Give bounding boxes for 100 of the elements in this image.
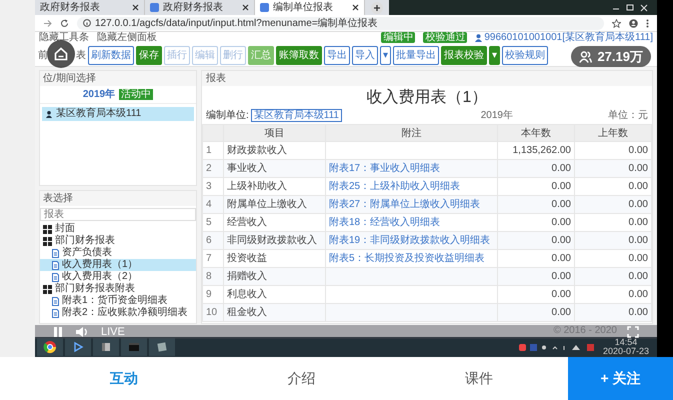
bookmark-link[interactable]: 隐藏左侧面板 <box>97 32 157 44</box>
table-cell: 0.00 <box>574 196 652 214</box>
user-icon <box>475 34 482 42</box>
app-icon <box>99 340 113 354</box>
tree-label: 附表1：货币资金明细表 <box>62 295 168 306</box>
document-icon <box>52 260 59 270</box>
follow-button[interactable]: + 关注 <box>568 357 673 400</box>
row-number: 4 <box>202 196 224 214</box>
app-icon <box>43 340 57 354</box>
tree-label: 部门财务报表 <box>55 235 115 246</box>
report-title: 收入费用表（1） <box>366 88 488 108</box>
tab-title: 政府财务报表 <box>40 2 101 13</box>
panel-title: 表选择 <box>40 191 196 206</box>
toolbar-button[interactable]: 刷新数据 <box>88 46 134 65</box>
table-cell: 0.00 <box>574 304 652 322</box>
page-title-fragment: 表 <box>76 48 86 62</box>
column-header: 项目 <box>224 124 326 142</box>
reload-icon[interactable] <box>60 18 69 28</box>
currency-unit: 单位：元 <box>608 110 648 122</box>
toolbar-button[interactable]: 导入 <box>352 46 378 65</box>
column-header: 上年数 <box>574 124 652 142</box>
viewer-count: 27.19万 <box>597 49 643 64</box>
account-icon[interactable] <box>629 18 638 28</box>
tree-folder[interactable]: 封面 <box>40 223 196 236</box>
table-cell: 0.00 <box>574 160 652 178</box>
tree-label: 封面 <box>55 223 75 234</box>
home-icon <box>54 47 68 61</box>
table-cell: 0.00 <box>498 196 574 214</box>
tree-label: 收入费用表（1） <box>62 259 138 270</box>
app-icon <box>127 340 141 354</box>
status-badge: 编辑中 <box>381 32 416 44</box>
pause-icon[interactable] <box>53 326 63 338</box>
person-icon <box>46 110 52 118</box>
tree-folder[interactable]: 部门财务报表附表 <box>40 283 196 296</box>
year-label: 2019年 <box>82 89 116 100</box>
close-icon[interactable] <box>352 4 359 11</box>
year-label: 2019年 <box>480 110 513 122</box>
row-number: 6 <box>202 232 224 250</box>
bookmark-link[interactable]: 隐藏工具条 <box>39 32 89 44</box>
row-number: 8 <box>202 268 224 286</box>
people-icon <box>579 50 592 62</box>
page-title-fragment: 前 <box>38 49 48 62</box>
toolbar-button[interactable]: ▾ <box>489 46 500 65</box>
tree-item[interactable]: 收入费用表（2） <box>40 271 196 284</box>
star-icon[interactable] <box>612 18 621 28</box>
taskbar-app[interactable] <box>149 338 175 356</box>
tree-item[interactable]: 资产负债表 <box>40 247 196 260</box>
grid-icon <box>43 224 52 234</box>
grid-icon <box>43 236 52 246</box>
app-tab[interactable]: 课件 <box>390 370 568 388</box>
toolbar-button[interactable]: ▾ <box>380 46 392 65</box>
table-cell: 捐赠收入 <box>224 268 326 286</box>
status-badge: 活动中 <box>119 89 154 100</box>
document-icon <box>52 308 59 318</box>
tab-title: 编制单位报表 <box>273 2 334 13</box>
close-icon[interactable] <box>132 4 139 11</box>
taskbar-app[interactable] <box>93 338 119 356</box>
table-cell: 0.00 <box>498 304 574 322</box>
close-icon[interactable] <box>242 4 249 11</box>
grid-icon <box>43 284 52 294</box>
column-header: 附注 <box>326 124 498 142</box>
document-icon <box>52 296 59 306</box>
url-text: 127.0.0.1/agcfs/data/input/input.html?menuname=编制单位报表 <box>95 18 378 28</box>
tree-label: 资产负债表 <box>62 247 112 258</box>
menu-icon[interactable] <box>646 18 649 28</box>
user-name: 99660101001001[某区教育局本级111] <box>484 32 653 44</box>
unit-item[interactable]: 某区教育局本级111 <box>42 107 194 122</box>
toolbar-button[interactable]: 导出 <box>324 46 350 65</box>
toolbar-button[interactable]: 账簿取数 <box>276 46 322 65</box>
app-tab[interactable]: 介绍 <box>212 370 390 388</box>
tree-label: 附表2：应收账款净额明细表 <box>62 307 188 320</box>
document-icon <box>52 272 59 282</box>
toolbar-button[interactable]: 报表校验 <box>441 46 488 65</box>
new-tab-icon[interactable] <box>371 2 383 14</box>
taskbar-app[interactable] <box>65 338 91 356</box>
panel-title: 位/期间选择 <box>40 71 196 86</box>
search-field[interactable]: 报表 <box>40 208 196 222</box>
speaker-icon[interactable] <box>75 326 89 338</box>
table-cell: 租金收入 <box>224 304 326 322</box>
tree-item[interactable]: 收入费用表（1） <box>40 259 196 272</box>
row-number: 10 <box>202 304 224 322</box>
tree-folder[interactable]: 部门财务报表 <box>40 235 196 248</box>
fullscreen-icon[interactable] <box>627 326 639 338</box>
unit-label: 编制单位: <box>206 110 249 122</box>
taskbar-app[interactable] <box>37 338 63 356</box>
tree-label: 收入费用表（2） <box>62 271 138 282</box>
panel-title: 报表 <box>202 71 652 86</box>
clock-time: 14:54 <box>614 338 638 347</box>
app-tab[interactable]: 互动 <box>35 370 213 388</box>
forward-icon[interactable] <box>43 18 52 28</box>
tree-item[interactable]: 附表2：应收账款净额明细表 <box>40 307 196 320</box>
toolbar-button[interactable]: 批量导出 <box>393 46 440 65</box>
toolbar-button[interactable]: 校验规则 <box>502 46 548 65</box>
toolbar-button[interactable]: 保存 <box>136 46 162 65</box>
browser-tab[interactable]: 编制单位报表 <box>255 0 365 15</box>
unit-value: 某区教育局本级111 <box>250 109 342 122</box>
info-icon <box>83 19 91 27</box>
tree-item[interactable]: 附表1：货币资金明细表 <box>40 295 196 308</box>
address-field[interactable]: 127.0.0.1/agcfs/data/input/input.html?menuname=编制单位报表 <box>77 16 604 30</box>
clock-date: 2020-07-23 <box>602 347 649 356</box>
